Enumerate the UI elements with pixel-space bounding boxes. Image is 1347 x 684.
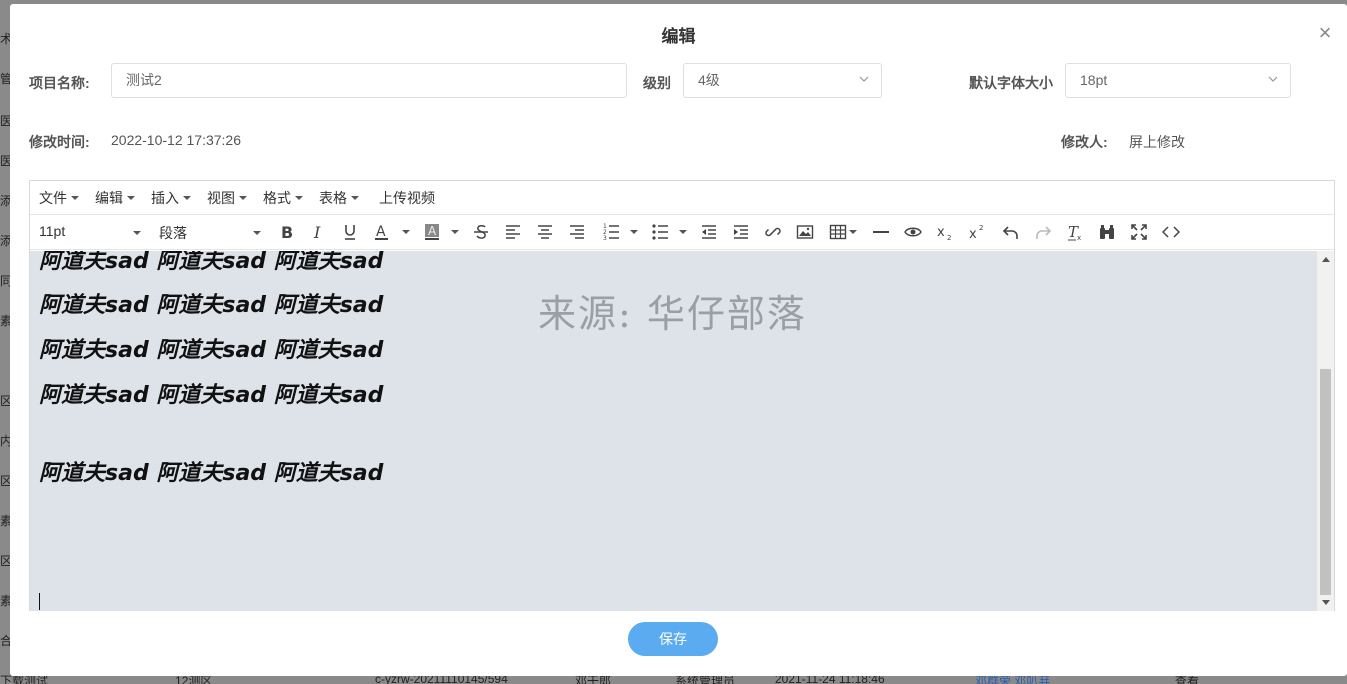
caret-down-icon[interactable]	[451, 230, 459, 234]
align-left-icon[interactable]	[502, 222, 524, 242]
font-size-select-value: 11pt	[39, 223, 66, 239]
caret-down-icon	[71, 195, 79, 200]
find-replace-icon[interactable]	[1096, 222, 1118, 242]
rich-text-editor: 文件 编辑 插入 视图 格式 表格 上传视频 11pt 段落 B I A A 1…	[29, 180, 1335, 611]
menu-format[interactable]: 格式	[263, 188, 303, 208]
project-name-label: 项目名称:	[29, 75, 90, 91]
close-icon[interactable]: ×	[1315, 22, 1335, 44]
svg-text:I: I	[313, 223, 321, 241]
content-line: 阿道夫sad 阿道夫sad 阿道夫sad	[39, 293, 384, 318]
level-label: 级别	[643, 75, 671, 91]
caret-down-icon	[183, 195, 191, 200]
save-button[interactable]: 保存	[628, 622, 718, 656]
caret-down-icon	[351, 195, 359, 200]
svg-text:B: B	[281, 223, 293, 241]
chevron-down-icon	[859, 76, 869, 82]
indent-icon[interactable]	[730, 222, 752, 242]
outdent-icon[interactable]	[698, 222, 720, 242]
table-icon[interactable]	[827, 222, 849, 242]
content-line: 阿道夫sad 阿道夫sad 阿道夫sad	[39, 251, 384, 274]
redo-icon[interactable]	[1032, 222, 1054, 242]
source-code-icon[interactable]	[1160, 222, 1182, 242]
caret-down-icon[interactable]	[849, 230, 857, 234]
content-line: 阿道夫sad 阿道夫sad 阿道夫sad	[39, 338, 384, 363]
scroll-down-icon[interactable]	[1322, 600, 1330, 605]
svg-text:x: x	[937, 225, 945, 240]
svg-text:x: x	[1077, 234, 1081, 241]
font-size-select[interactable]: 11pt	[39, 223, 143, 239]
menu-file[interactable]: 文件	[39, 188, 79, 208]
editor-toolbar: 11pt 段落 B I A A 123 x 2 x 2 T x	[30, 215, 1334, 250]
menu-edit[interactable]: 编辑	[95, 188, 135, 208]
editor-content[interactable]: 阿道夫sad 阿道夫sad 阿道夫sad 阿道夫sad 阿道夫sad 阿道夫sa…	[30, 251, 1318, 611]
link-icon[interactable]	[762, 222, 784, 242]
modifier-value: 屏上修改	[1129, 134, 1185, 150]
caret-down-icon[interactable]	[630, 230, 638, 234]
default-font-size-select[interactable]: 18pt	[1065, 63, 1291, 98]
caret-down-icon[interactable]	[679, 230, 687, 234]
caret-down-icon	[253, 231, 261, 235]
svg-text:x: x	[969, 227, 977, 241]
caret-down-icon[interactable]	[402, 230, 410, 234]
menu-table[interactable]: 表格	[319, 188, 359, 208]
strikethrough-icon[interactable]	[470, 222, 492, 242]
upload-video-button[interactable]: 上传视频	[379, 188, 435, 208]
italic-icon[interactable]: I	[307, 222, 329, 242]
horizontal-rule-icon[interactable]	[870, 222, 892, 242]
text-cursor	[39, 593, 40, 610]
level-select[interactable]: 4级	[683, 63, 882, 98]
menu-edit-label: 编辑	[95, 189, 123, 206]
undo-icon[interactable]	[1000, 222, 1022, 242]
project-name-input[interactable]: 测试2	[111, 63, 627, 98]
edit-dialog: 编辑 × 项目名称: 测试2 级别 4级 默认字体大小 18pt 修改时间: 2…	[10, 4, 1347, 676]
image-icon[interactable]	[794, 222, 816, 242]
bold-icon[interactable]: B	[275, 222, 297, 242]
menu-format-label: 格式	[263, 189, 291, 206]
caret-down-icon	[295, 195, 303, 200]
default-font-size-value: 18pt	[1080, 72, 1108, 88]
menu-view[interactable]: 视图	[207, 188, 247, 208]
level-select-value: 4级	[698, 72, 720, 88]
watermark: 来源: 华仔部落	[538, 292, 807, 336]
svg-text:3: 3	[603, 235, 607, 241]
modifier-label: 修改人:	[1061, 134, 1108, 150]
svg-text:2: 2	[979, 224, 983, 232]
editor-menubar: 文件 编辑 插入 视图 格式 表格 上传视频	[30, 181, 1334, 215]
scroll-up-icon[interactable]	[1322, 257, 1330, 262]
background-color-icon[interactable]: A	[421, 222, 443, 242]
fullscreen-icon[interactable]	[1128, 222, 1150, 242]
superscript-icon[interactable]: x2	[966, 222, 988, 242]
block-format-select[interactable]: 段落	[159, 223, 263, 243]
menu-file-label: 文件	[39, 189, 67, 206]
bullet-list-icon[interactable]	[649, 222, 671, 242]
align-center-icon[interactable]	[534, 222, 556, 242]
text-color-icon[interactable]: A	[371, 222, 393, 242]
svg-text:A: A	[376, 224, 386, 240]
align-right-icon[interactable]	[566, 222, 588, 242]
svg-text:2: 2	[947, 234, 951, 241]
numbered-list-icon[interactable]: 123	[600, 222, 622, 242]
menu-view-label: 视图	[207, 189, 235, 206]
modified-time-value: 2022-10-12 17:37:26	[111, 132, 241, 148]
underline-icon[interactable]	[339, 222, 361, 242]
content-line: 阿道夫sad 阿道夫sad 阿道夫sad	[39, 383, 384, 408]
caret-down-icon	[239, 195, 247, 200]
editor-scrollbar[interactable]	[1317, 251, 1334, 611]
svg-text:A: A	[428, 224, 437, 238]
clear-format-icon[interactable]: Tx	[1064, 222, 1086, 242]
preview-icon[interactable]	[902, 222, 924, 242]
chevron-down-icon	[1268, 76, 1278, 82]
dialog-title: 编辑	[661, 27, 696, 46]
scroll-thumb[interactable]	[1320, 369, 1331, 595]
modified-time-label: 修改时间:	[29, 134, 90, 150]
menu-insert-label: 插入	[151, 189, 179, 206]
caret-down-icon	[133, 231, 141, 235]
content-line: 阿道夫sad 阿道夫sad 阿道夫sad	[39, 461, 384, 486]
subscript-icon[interactable]: x2	[934, 222, 956, 242]
menu-insert[interactable]: 插入	[151, 188, 191, 208]
block-format-select-value: 段落	[159, 225, 187, 241]
caret-down-icon	[127, 195, 135, 200]
menu-table-label: 表格	[319, 189, 347, 206]
default-font-size-label: 默认字体大小	[969, 75, 1053, 91]
